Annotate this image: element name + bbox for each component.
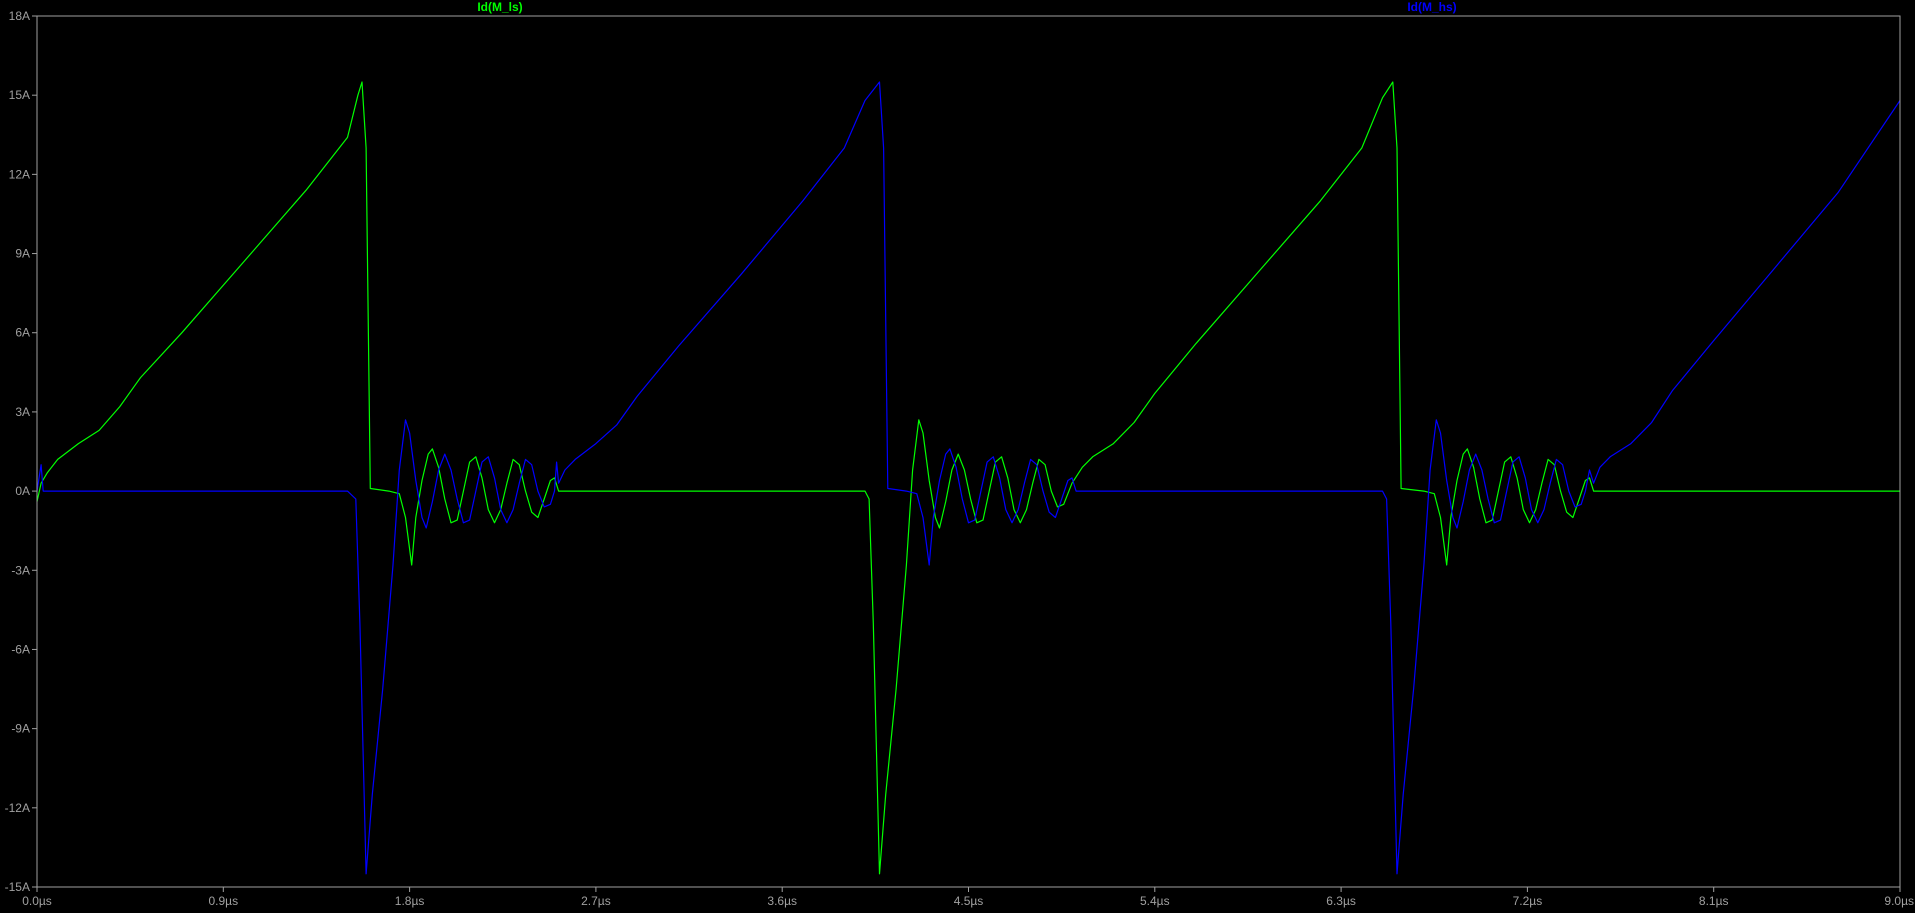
y-tick-label: 3A: [15, 405, 30, 419]
x-tick-label: 5.4µs: [1140, 894, 1170, 908]
y-tick-label: -15A: [5, 880, 30, 894]
x-tick-label: 8.1µs: [1699, 894, 1729, 908]
x-tick-label: 2.7µs: [581, 894, 611, 908]
y-tick-label: 12A: [9, 167, 30, 181]
x-tick-label: 0.9µs: [208, 894, 238, 908]
y-tick-label: -3A: [11, 563, 30, 577]
waveform-plot: -15A -12A -9A -6A -3A 0A 3A 6A 9A 12A 15A 18A 0.0µs 0…: [0, 0, 1915, 913]
y-tick-label: 9A: [15, 247, 30, 261]
x-tick-label: 4.5µs: [954, 894, 984, 908]
y-tick-label: 15A: [9, 88, 30, 102]
y-tick-label: -6A: [11, 642, 30, 656]
x-tick-label: 1.8µs: [395, 894, 425, 908]
y-tick-label: 18A: [9, 9, 30, 23]
x-tick-label: 0.0µs: [22, 894, 52, 908]
x-tick-label: 3.6µs: [767, 894, 797, 908]
legend-label-id-m-ls-: Id(M_ls): [477, 0, 522, 14]
y-tick-label: -12A: [5, 801, 30, 815]
y-tick-label: -9A: [11, 722, 30, 736]
legend-label-id-m-hs-: Id(M_hs): [1407, 0, 1456, 14]
y-tick-label: 6A: [15, 326, 30, 340]
y-tick-label: 0A: [15, 484, 30, 498]
x-tick-label: 9.0µs: [1884, 894, 1914, 908]
x-tick-label: 6.3µs: [1326, 894, 1356, 908]
x-tick-label: 7.2µs: [1513, 894, 1543, 908]
